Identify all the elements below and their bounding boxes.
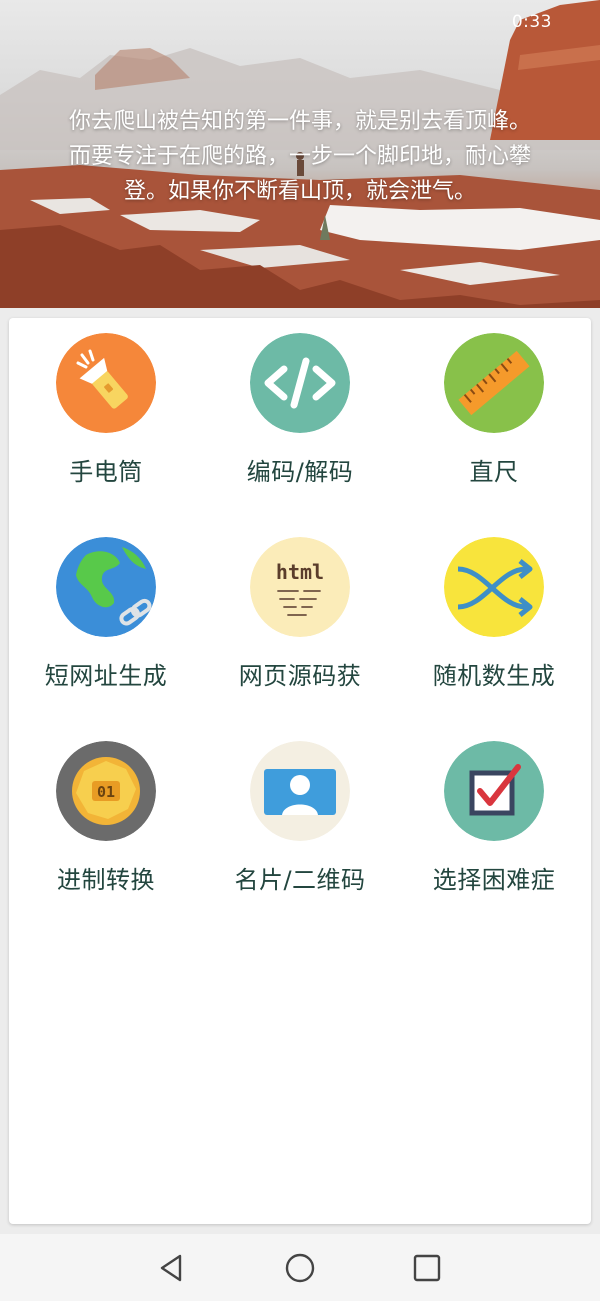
- header-banner: 0:33 你去爬山被告知的第一件事，就是别去看顶峰。 而要专注于在爬的路，一步一…: [0, 0, 600, 308]
- back-button[interactable]: [154, 1250, 190, 1286]
- tool-label: 直尺: [469, 458, 519, 486]
- motivational-quote: 你去爬山被告知的第一件事，就是别去看顶峰。 而要专注于在爬的路，一步一个脚印地，…: [14, 104, 586, 209]
- tool-ruler[interactable]: 直尺: [397, 318, 591, 518]
- tool-label: 手电筒: [69, 458, 143, 486]
- recents-button[interactable]: [409, 1250, 445, 1286]
- system-navigation-bar: [0, 1234, 600, 1301]
- tool-label: 名片/二维码: [234, 866, 366, 894]
- tool-decision-helper[interactable]: 选择困难症: [397, 726, 591, 926]
- globe-link-icon: [56, 537, 156, 637]
- code-icon: [250, 333, 350, 433]
- tool-label: 短网址生成: [44, 662, 168, 690]
- tool-business-card-qr[interactable]: 名片/二维码: [203, 726, 397, 926]
- ruler-icon: [444, 333, 544, 433]
- contact-card-icon: [250, 741, 350, 841]
- tool-encode-decode[interactable]: 编码/解码: [203, 318, 397, 518]
- back-icon: [160, 1254, 182, 1282]
- recents-icon: [413, 1254, 441, 1282]
- binary-badge-icon: 01: [56, 741, 156, 841]
- home-icon: [285, 1253, 315, 1283]
- svg-text:html: html: [276, 560, 324, 584]
- shuffle-icon: [444, 537, 544, 637]
- quote-line: 你去爬山被告知的第一件事，就是别去看顶峰。: [68, 109, 531, 134]
- tool-label: 进制转换: [57, 866, 155, 894]
- tools-grid-card: 手电筒 编码/解码 直尺 短网址生成 html 网页源码获 随机数生成 01 进…: [9, 318, 591, 1224]
- tool-label: 网页源码获: [238, 662, 362, 690]
- quote-line: 登。如果你不断看山顶，就会泄气。: [123, 179, 476, 204]
- svg-text:01: 01: [97, 783, 115, 801]
- tool-random-number[interactable]: 随机数生成: [397, 522, 591, 722]
- home-button[interactable]: [282, 1250, 318, 1286]
- tool-page-source[interactable]: html 网页源码获: [203, 522, 397, 722]
- tool-label: 随机数生成: [432, 662, 556, 690]
- tool-base-conversion[interactable]: 01 进制转换: [9, 726, 203, 926]
- quote-line: 而要专注于在爬的路，一步一个脚印地，耐心攀: [68, 144, 531, 169]
- tool-flashlight[interactable]: 手电筒: [9, 318, 203, 518]
- status-time: 0:33: [511, 12, 552, 32]
- html-doc-icon: html: [250, 537, 350, 637]
- tool-label: 编码/解码: [246, 458, 354, 486]
- flashlight-icon: [56, 333, 156, 433]
- tool-label: 选择困难症: [432, 866, 556, 894]
- checkbox-icon: [444, 741, 544, 841]
- tool-short-url[interactable]: 短网址生成: [9, 522, 203, 722]
